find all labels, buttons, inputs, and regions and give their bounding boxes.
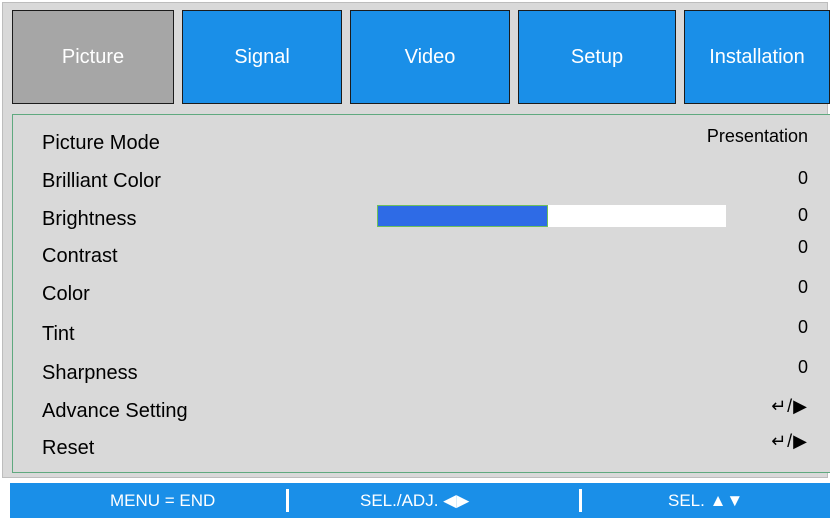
tab-installation[interactable]: Installation (684, 10, 830, 104)
reset-label[interactable]: Reset (42, 437, 94, 460)
tab-setup[interactable]: Setup (518, 10, 676, 104)
contrast-value: 0 (797, 237, 808, 257)
sharpness-label[interactable]: Sharpness (42, 362, 138, 385)
enter-right-icon: ↵/▶ (771, 396, 808, 416)
tab-signal[interactable]: Signal (182, 10, 342, 104)
color-label[interactable]: Color (42, 283, 90, 306)
tab-picture[interactable]: Picture (12, 10, 174, 104)
brilliant-color-value: 0 (797, 168, 808, 188)
enter-right-icon: ↵/▶ (771, 431, 808, 451)
color-value: 0 (797, 277, 808, 297)
footer-sel-adj: SEL./ADJ. ◀▶ (360, 491, 470, 510)
footer-sel: SEL. ▲▼ (668, 491, 744, 510)
sharpness-value: 0 (797, 357, 808, 377)
brilliant-color-label[interactable]: Brilliant Color (42, 170, 161, 193)
brightness-slider[interactable] (377, 205, 726, 227)
brightness-slider-fill (377, 205, 548, 227)
picture-mode-label[interactable]: Picture Mode (42, 132, 160, 155)
footer-bar: MENU = END SEL./ADJ. ◀▶ SEL. ▲▼ (10, 483, 830, 518)
advance-setting-label[interactable]: Advance Setting (42, 400, 188, 423)
footer-separator (286, 489, 289, 512)
tint-value: 0 (797, 317, 808, 337)
brightness-label[interactable]: Brightness (42, 208, 137, 231)
contrast-label[interactable]: Contrast (42, 245, 118, 268)
picture-mode-value: Presentation (706, 126, 808, 146)
tab-video[interactable]: Video (350, 10, 510, 104)
tint-label[interactable]: Tint (42, 323, 75, 346)
footer-menu-end: MENU = END (110, 491, 216, 510)
footer-separator (579, 489, 582, 512)
brightness-value: 0 (797, 205, 808, 225)
